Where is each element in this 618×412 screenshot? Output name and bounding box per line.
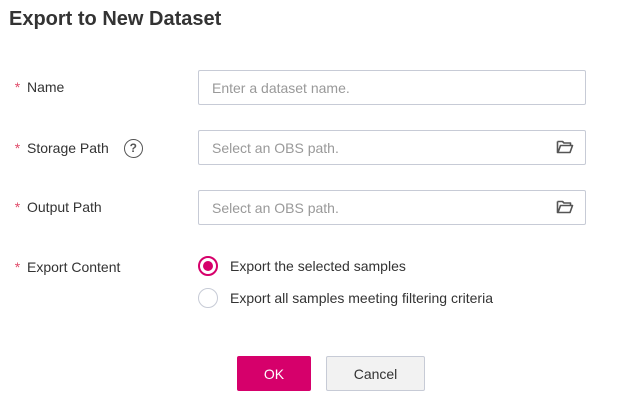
radio-button-unchecked[interactable] [198,288,218,308]
export-content-label: Export Content [27,259,121,275]
output-path-label-row: * Output Path [12,197,102,217]
radio-button-checked[interactable] [198,256,218,276]
required-marker: * [14,259,21,275]
required-marker: * [14,199,21,215]
output-path-field[interactable] [198,190,586,225]
required-marker: * [14,140,21,156]
folder-open-icon[interactable] [556,199,574,215]
dialog-title: Export to New Dataset [9,8,222,30]
storage-path-input[interactable] [212,139,585,156]
name-label-row: * Name [12,77,65,97]
output-path-input[interactable] [212,199,585,216]
required-marker: * [14,79,21,95]
name-field[interactable] [198,70,586,105]
radio-option-selected-samples[interactable]: Export the selected samples [198,256,406,276]
name-label: Name [27,79,65,95]
storage-path-label: Storage Path [27,140,109,156]
radio-option-filtered-samples[interactable]: Export all samples meeting filtering cri… [198,288,493,308]
folder-open-icon[interactable] [556,139,574,155]
storage-path-label-row: * Storage Path ? [12,138,143,158]
output-path-label: Output Path [27,199,102,215]
name-input[interactable] [212,79,585,96]
radio-label[interactable]: Export all samples meeting filtering cri… [230,290,493,306]
help-circle-icon[interactable]: ? [123,138,143,158]
export-content-label-row: * Export Content [12,257,121,277]
storage-path-field[interactable] [198,130,586,165]
radio-label[interactable]: Export the selected samples [230,258,406,274]
ok-button[interactable]: OK [237,356,311,391]
cancel-button[interactable]: Cancel [326,356,425,391]
